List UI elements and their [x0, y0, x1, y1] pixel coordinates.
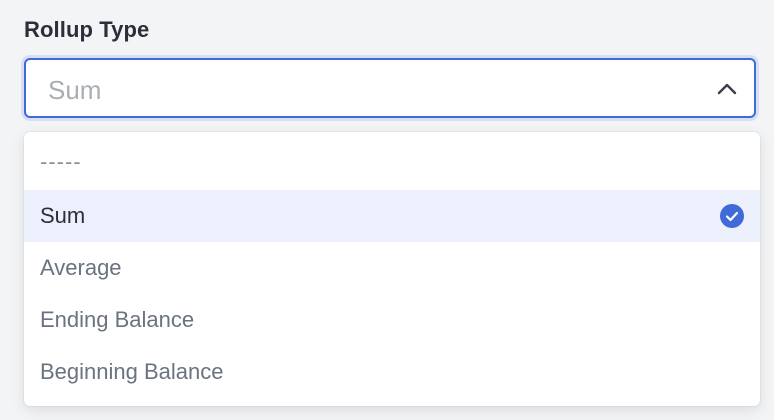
rollup-type-select[interactable]: Sum	[24, 58, 756, 118]
option-label: -----	[40, 149, 82, 174]
check-circle-icon	[720, 204, 744, 228]
option-label: Beginning Balance	[40, 359, 224, 384]
option-empty[interactable]: -----	[24, 136, 760, 188]
dropdown-menu: ----- Sum Average Ending Balance Beginni…	[24, 132, 760, 406]
option-beginning-balance[interactable]: Beginning Balance	[24, 346, 760, 398]
field-label: Rollup Type	[24, 17, 150, 42]
rollup-type-field: Rollup Type Sum ----- Sum Average Ending…	[0, 0, 774, 420]
option-sum[interactable]: Sum	[24, 190, 760, 242]
select-value: Sum	[48, 75, 102, 105]
option-label: Sum	[40, 203, 86, 228]
option-label: Average	[40, 255, 122, 280]
option-label: Ending Balance	[40, 307, 195, 332]
chevron-up-icon[interactable]	[716, 78, 738, 100]
option-ending-balance[interactable]: Ending Balance	[24, 294, 760, 346]
option-average[interactable]: Average	[24, 242, 760, 294]
